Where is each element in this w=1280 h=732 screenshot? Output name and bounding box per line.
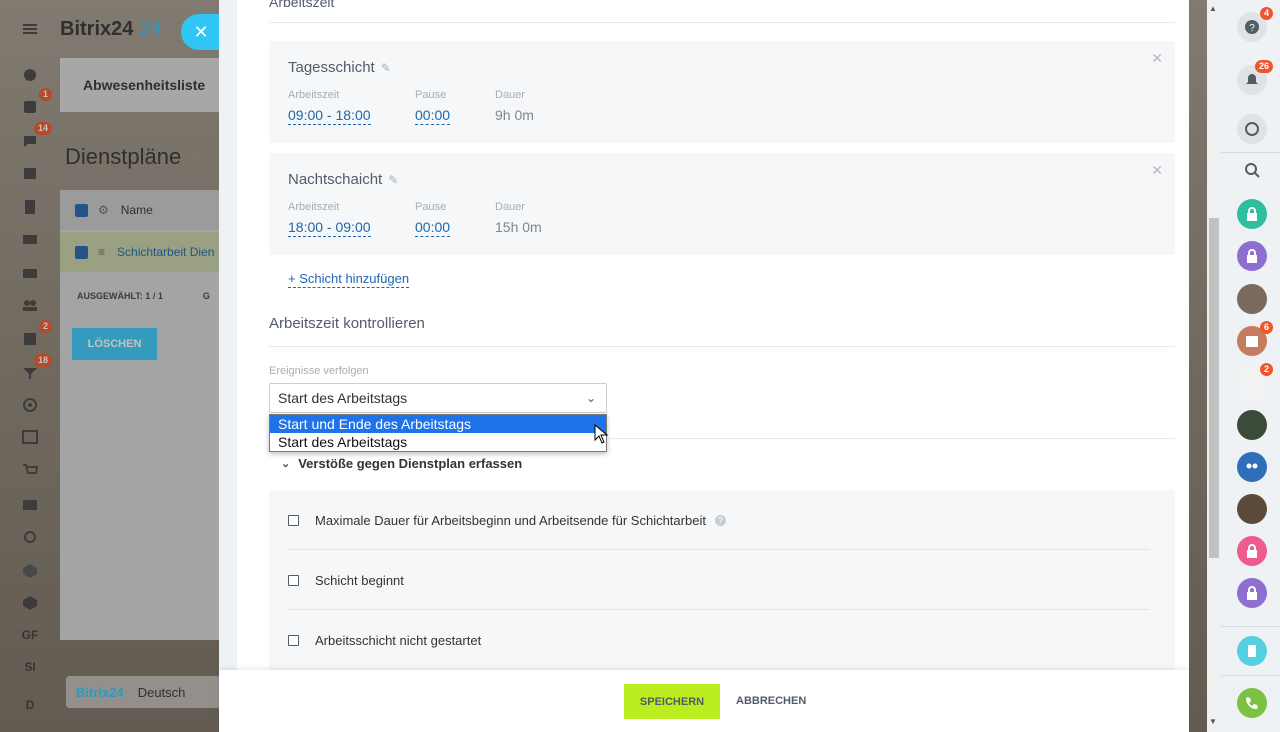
- svg-text:?: ?: [1249, 23, 1255, 34]
- divider: [1221, 626, 1280, 627]
- worktime-label: Arbeitszeit: [288, 201, 340, 213]
- divider: [269, 346, 1175, 347]
- checkbox[interactable]: [288, 514, 299, 526]
- shift-card: Tagesschicht ✎ ✕ Arbeitszeit Pause Dauer …: [269, 41, 1175, 143]
- scroll-down-icon[interactable]: ▼: [1209, 717, 1217, 726]
- violation-item[interactable]: Maximale Dauer für Arbeitsbeginn und Arb…: [288, 490, 1150, 550]
- worktime-label: Arbeitszeit: [288, 89, 340, 101]
- divider: [607, 438, 1175, 439]
- settings-card: Arbeitszeit Tagesschicht ✎ ✕ Arbeitszeit …: [237, 0, 1189, 732]
- events-dropdown: Start und Ende des Arbeitstags Start des…: [269, 414, 607, 452]
- add-shift-link[interactable]: + Schicht hinzufügen: [288, 271, 410, 288]
- pencil-icon[interactable]: ✎: [381, 61, 391, 75]
- duration-label: Dauer: [495, 89, 525, 101]
- avatar[interactable]: [1237, 494, 1267, 524]
- close-slider-button[interactable]: ✕: [181, 14, 221, 50]
- option-start-end[interactable]: Start und Ende des Arbeitstags: [270, 415, 606, 433]
- search-icon[interactable]: [1237, 155, 1267, 185]
- mouse-cursor-icon: [594, 424, 608, 444]
- help-icon[interactable]: ?: [714, 514, 726, 526]
- calendar-icon[interactable]: 6: [1237, 321, 1273, 356]
- divider: [269, 22, 1175, 23]
- duration-value: 15h 0m: [495, 219, 542, 235]
- group-avatar[interactable]: 2: [1237, 363, 1273, 398]
- scrollbar[interactable]: ▲ ▼: [1207, 0, 1221, 732]
- settings-slider: Arbeitszeit Tagesschicht ✎ ✕ Arbeitszeit …: [219, 0, 1189, 732]
- events-label: Ereignisse verfolgen: [269, 365, 369, 377]
- checkbox[interactable]: [288, 574, 299, 586]
- section-worktime: Arbeitszeit: [269, 0, 335, 10]
- remove-shift-icon[interactable]: ✕: [1151, 162, 1163, 179]
- worktime-value[interactable]: 18:00 - 09:00: [288, 219, 371, 237]
- device-icon[interactable]: [1237, 636, 1267, 666]
- scroll-thumb[interactable]: [1209, 218, 1219, 558]
- worktime-value[interactable]: 09:00 - 18:00: [288, 107, 371, 125]
- lock-icon[interactable]: [1237, 578, 1267, 608]
- cancel-button[interactable]: ABBRECHEN: [736, 695, 806, 707]
- lock-icon[interactable]: [1237, 199, 1267, 229]
- shift-name: Nachtschaicht ✎: [288, 171, 399, 188]
- events-select[interactable]: Start des Arbeitstags ⌄: [269, 383, 607, 413]
- save-button[interactable]: SPEICHERN: [624, 684, 720, 719]
- group-chat-icon[interactable]: [1237, 452, 1267, 482]
- pencil-icon[interactable]: ✎: [388, 173, 398, 187]
- shift-name: Tagesschicht ✎: [288, 59, 391, 76]
- violation-item[interactable]: Arbeitsschicht nicht gestartet: [288, 610, 1150, 670]
- scroll-up-icon[interactable]: ▲: [1209, 4, 1217, 13]
- chevron-down-icon: ⌄: [585, 391, 596, 405]
- pause-label: Pause: [415, 201, 447, 213]
- shift-card: Nachtschaicht ✎ ✕ Arbeitszeit Pause Dauer…: [269, 153, 1175, 255]
- lock-icon[interactable]: [1237, 536, 1267, 566]
- lock-icon[interactable]: [1237, 241, 1267, 271]
- close-icon: ✕: [193, 21, 209, 42]
- violations-toggle[interactable]: ⌄ Verstöße gegen Dienstplan erfassen: [281, 456, 522, 471]
- checkbox[interactable]: [288, 634, 299, 646]
- avatar[interactable]: [1237, 284, 1267, 314]
- avatar[interactable]: [1237, 410, 1267, 440]
- violation-item[interactable]: Schicht beginnt: [288, 550, 1150, 610]
- pause-value[interactable]: 00:00: [415, 107, 451, 125]
- pause-label: Pause: [415, 89, 447, 101]
- right-panel: ? 4 26 6 2: [1221, 0, 1280, 732]
- divider: [1221, 152, 1280, 153]
- help-icon[interactable]: ? 4: [1237, 7, 1273, 42]
- chevron-down-icon: ⌄: [281, 458, 291, 470]
- section-control: Arbeitszeit kontrollieren: [269, 315, 425, 332]
- button-bar: SPEICHERN ABBRECHEN: [219, 670, 1189, 732]
- duration-label: Dauer: [495, 201, 525, 213]
- pause-value[interactable]: 00:00: [415, 219, 451, 237]
- remove-shift-icon[interactable]: ✕: [1151, 50, 1163, 67]
- violations-panel: Maximale Dauer für Arbeitsbeginn und Arb…: [269, 490, 1175, 690]
- bell-icon[interactable]: 26: [1237, 60, 1273, 95]
- divider: [1221, 675, 1280, 676]
- phone-icon[interactable]: [1237, 688, 1267, 718]
- chat-bubble-icon[interactable]: [1237, 114, 1267, 144]
- option-start[interactable]: Start des Arbeitstags: [270, 433, 606, 451]
- duration-value: 9h 0m: [495, 107, 534, 123]
